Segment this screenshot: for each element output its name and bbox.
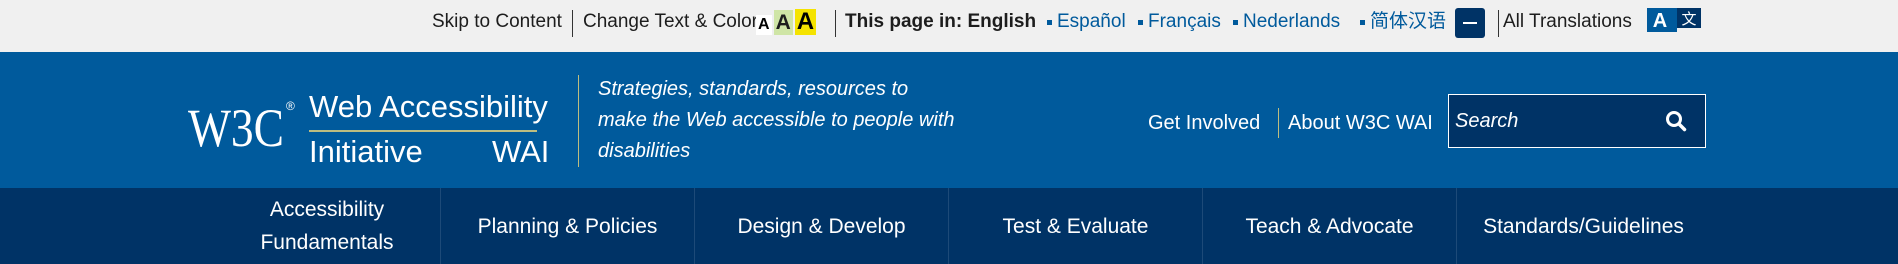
- divider: [835, 10, 836, 37]
- w3c-logo-text: W3C: [188, 98, 284, 154]
- translate-icon-latin: A: [1653, 10, 1667, 32]
- text-size-small[interactable]: A: [756, 15, 772, 35]
- get-involved-link[interactable]: Get Involved: [1148, 108, 1260, 138]
- nav-standards-guidelines[interactable]: Standards/Guidelines: [1457, 188, 1710, 264]
- w3c-logo: W3C ®: [188, 98, 295, 154]
- all-translations-link[interactable]: All Translations: [1503, 0, 1632, 44]
- text-size-large[interactable]: A: [794, 9, 817, 35]
- search-icon[interactable]: [1665, 110, 1687, 132]
- text-size-sample[interactable]: A A A: [756, 9, 817, 35]
- divider: [1278, 108, 1279, 138]
- language-link-zh[interactable]: 简体汉语: [1370, 0, 1446, 44]
- bullet-icon: [1138, 20, 1143, 25]
- divider: [1498, 10, 1499, 37]
- divider: [572, 10, 573, 37]
- bullet-icon: [1233, 20, 1238, 25]
- logo-title-line1: Web Accessibility: [309, 89, 548, 124]
- language-link-es[interactable]: Español: [1057, 0, 1126, 44]
- bullet-icon: [1047, 20, 1052, 25]
- logo-abbreviation: WAI: [492, 134, 550, 169]
- nav-accessibility-fundamentals[interactable]: Accessibility Fundamentals: [214, 188, 440, 264]
- tagline-divider: [578, 75, 579, 167]
- language-link-nl[interactable]: Nederlands: [1243, 0, 1340, 44]
- translate-icon[interactable]: A 文: [1647, 8, 1701, 32]
- about-wai-link[interactable]: About W3C WAI: [1288, 108, 1433, 138]
- logo-title-line2: Initiative: [309, 134, 423, 169]
- nav-design-develop[interactable]: Design & Develop: [695, 188, 948, 264]
- language-label: This page in: English: [845, 0, 1036, 44]
- skip-to-content-link[interactable]: Skip to Content: [432, 0, 562, 44]
- site-tagline: Strategies, standards, resources to make…: [598, 78, 955, 162]
- wai-logo-link[interactable]: W3C ® Web Accessibility Initiative WAI: [188, 86, 552, 170]
- main-navigation: Accessibility Fundamentals Planning & Po…: [0, 188, 1898, 264]
- nav-planning-policies[interactable]: Planning & Policies: [441, 188, 694, 264]
- language-link-fr[interactable]: Français: [1148, 0, 1221, 44]
- text-size-medium[interactable]: A: [773, 10, 793, 35]
- utility-bar: Skip to Content Change Text & Color A A …: [0, 0, 1898, 52]
- bullet-icon: [1360, 20, 1365, 25]
- translate-icon-cjk: 文: [1681, 10, 1696, 28]
- search-box: [1448, 94, 1706, 148]
- logo-divider: [309, 130, 537, 132]
- change-text-color-link[interactable]: Change Text & Color: [583, 0, 758, 44]
- language-label-text: This page in:: [845, 11, 963, 32]
- collapse-translations-button[interactable]: [1455, 8, 1485, 38]
- search-input[interactable]: [1455, 103, 1645, 139]
- current-language: English: [967, 11, 1037, 32]
- registered-mark-icon: ®: [286, 99, 295, 113]
- nav-teach-advocate[interactable]: Teach & Advocate: [1203, 188, 1456, 264]
- nav-test-evaluate[interactable]: Test & Evaluate: [949, 188, 1202, 264]
- site-header: W3C ® Web Accessibility Initiative WAI S…: [0, 52, 1898, 188]
